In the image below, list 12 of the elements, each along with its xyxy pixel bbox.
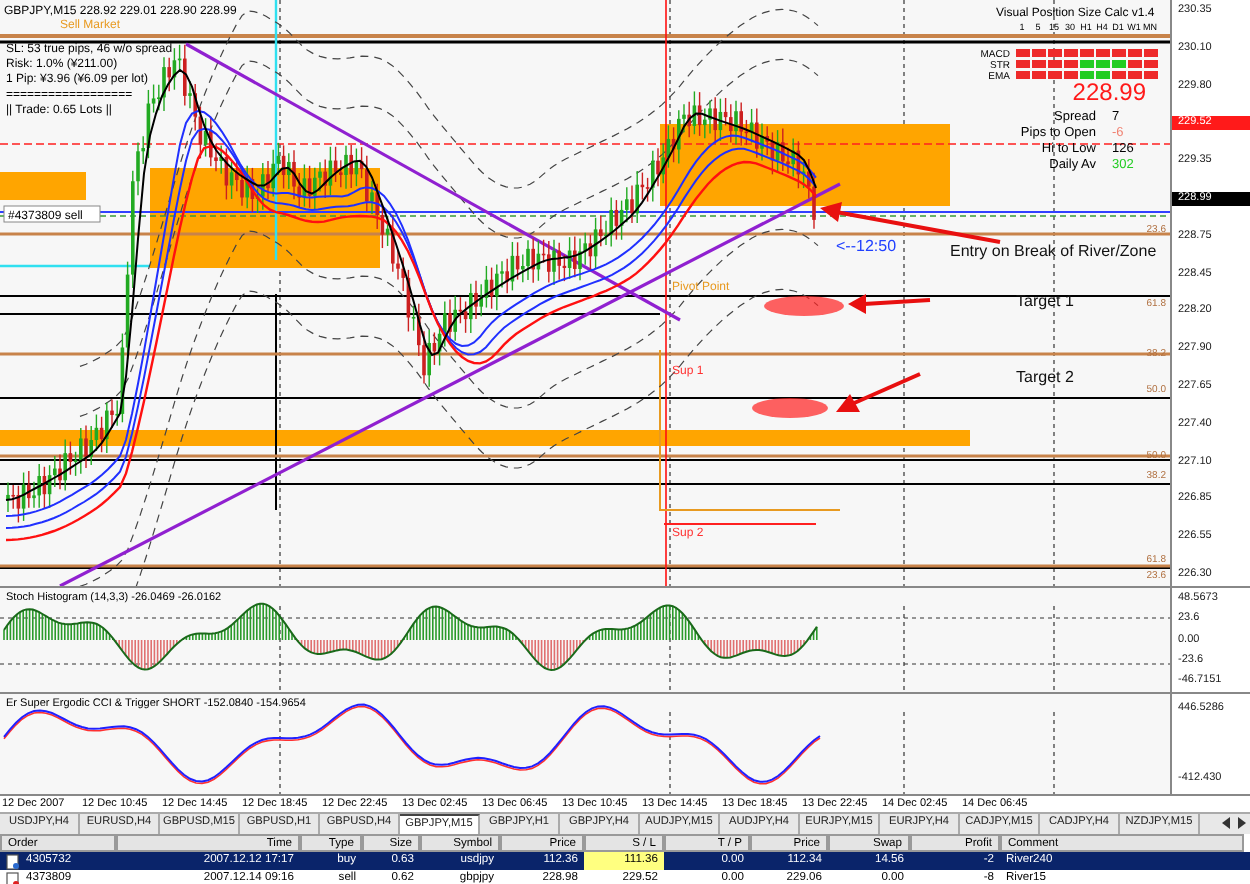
price-readout: 228.99 [1072, 78, 1146, 106]
scroll-right-icon[interactable] [1234, 814, 1250, 832]
time-label: <--12:50 [836, 237, 897, 255]
price-zone [0, 172, 86, 200]
scroll-left-icon[interactable] [1218, 814, 1234, 832]
note-text: Entry on Break of River/Zone [950, 242, 1157, 260]
highlight-smudge [764, 296, 844, 316]
note-text: Target 1 [1016, 292, 1074, 310]
pointer-arrow [848, 294, 931, 314]
note-text: Target 2 [1016, 368, 1074, 386]
highlight-smudge [752, 398, 828, 418]
pointer-arrow [836, 372, 921, 412]
